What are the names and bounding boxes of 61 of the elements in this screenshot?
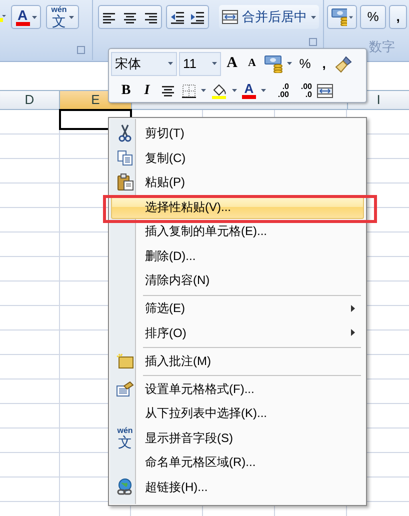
caret-icon (232, 89, 237, 92)
pinyin-button[interactable]: wén 文 (46, 5, 79, 29)
caret-icon (311, 16, 316, 18)
accounting-format-icon (264, 54, 284, 72)
decrease-decimal-button[interactable]: .00 .0 (292, 82, 312, 98)
comma-button[interactable]: , (389, 5, 407, 29)
menu-item[interactable]: 命名单元格区域(R)... (111, 450, 364, 474)
menu-item[interactable]: 筛选(E) (111, 292, 364, 320)
menu-item[interactable]: 排序(O) (111, 320, 364, 345)
menu-item[interactable]: 从下拉列表中选择(K)... (111, 401, 364, 426)
accounting-format-icon (331, 8, 347, 26)
caret-icon (201, 89, 206, 92)
menu-item[interactable]: 粘贴(P) (111, 170, 364, 194)
merge-cells-icon (317, 84, 333, 98)
pinyin-icon: wén 文 (117, 426, 133, 449)
clipboard-icon (116, 173, 134, 192)
menu-item[interactable]: 清除内容(N) (111, 268, 364, 292)
caret-icon (68, 16, 74, 18)
fill-color-icon[interactable] (211, 82, 227, 98)
align-right-icon[interactable] (144, 10, 158, 24)
merge-cells-icon (222, 10, 238, 24)
font-color-button[interactable]: A (11, 5, 41, 29)
globe-link-icon (116, 478, 134, 496)
shrink-font-button[interactable]: A (243, 52, 261, 74)
caret-icon (32, 16, 36, 18)
font-field[interactable]: 宋体 (111, 52, 177, 76)
center-icon[interactable] (161, 84, 175, 96)
menu-item[interactable]: 剪切(T) (111, 121, 364, 146)
note-icon (116, 352, 134, 369)
pinyin-icon: wén 文 (51, 6, 67, 28)
percent-button[interactable]: % (360, 5, 386, 29)
group-label: 数字 (369, 38, 395, 56)
caret-icon (261, 89, 266, 92)
format-cells-icon (116, 380, 134, 397)
borders-icon[interactable] (182, 84, 196, 98)
percent-button[interactable]: % (295, 52, 315, 74)
caret-icon (349, 16, 353, 18)
menu-item[interactable]: 超链接(H)... (111, 474, 364, 499)
align-center-icon[interactable] (123, 10, 137, 24)
scissors-icon (118, 124, 132, 142)
increase-indent-icon[interactable] (190, 10, 205, 24)
menu-item[interactable]: 设置单元格格式(F)... (111, 373, 364, 401)
decrease-indent-icon[interactable] (170, 10, 185, 24)
menu-item[interactable]: 复制(C) (111, 146, 364, 170)
font-color-button[interactable]: A (242, 82, 256, 99)
format-painter-icon[interactable] (335, 54, 353, 72)
menu-item[interactable]: 删除(D)... (111, 244, 364, 268)
italic-button[interactable]: I (137, 80, 157, 102)
grow-font-button[interactable]: A (221, 52, 243, 74)
copy-icon (117, 150, 133, 166)
menu-item[interactable]: 插入复制的单元格(E)... (111, 219, 364, 244)
fill-color-icon[interactable] (0, 12, 6, 22)
comma-button[interactable]: , (315, 52, 333, 74)
menu-item[interactable]: 插入批注(M) (111, 345, 364, 373)
align-left-icon[interactable] (102, 10, 116, 24)
increase-decimal-button[interactable]: .0 .00 (269, 82, 289, 98)
font-size-field[interactable]: 11 (179, 52, 221, 76)
accounting-format-button[interactable] (327, 5, 357, 29)
merge-center-button[interactable]: 合并后居中 (219, 5, 319, 29)
submenu-arrow-icon (351, 304, 355, 312)
submenu-arrow-icon (351, 329, 355, 336)
